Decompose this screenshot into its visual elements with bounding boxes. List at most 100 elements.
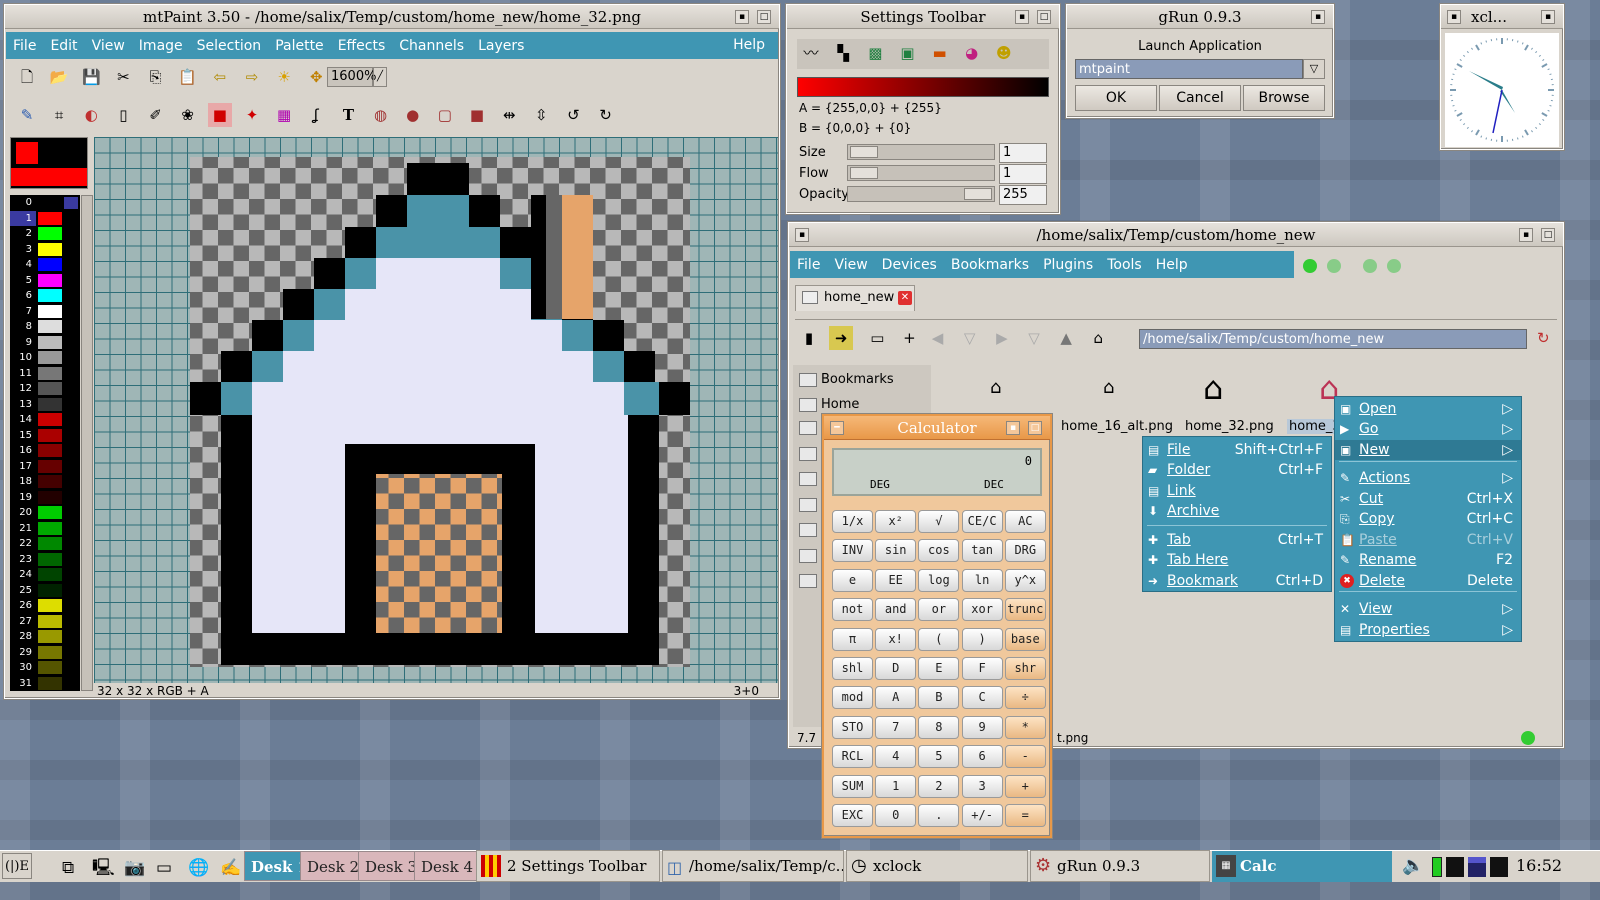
refresh-icon[interactable]: ↻: [1537, 329, 1550, 347]
calc-key[interactable]: 8: [918, 715, 960, 739]
color-a-swatch[interactable]: [16, 142, 38, 164]
pencil-icon[interactable]: ✎: [15, 103, 39, 127]
flip-h-icon[interactable]: ⇹: [497, 103, 521, 127]
palette-swatch[interactable]: [38, 583, 62, 597]
calc-key[interactable]: and: [875, 598, 917, 622]
calc-key[interactable]: 5: [918, 745, 960, 769]
calc-key[interactable]: (: [918, 627, 960, 651]
color-swatch-panel[interactable]: [10, 137, 88, 189]
palette-swatch[interactable]: [38, 258, 62, 271]
menu-view[interactable]: View: [827, 257, 874, 273]
flip-v-icon[interactable]: ⇳: [529, 103, 553, 127]
calc-key[interactable]: 7: [875, 715, 917, 739]
palette-swatch[interactable]: [38, 506, 62, 519]
color-b-swatch[interactable]: [11, 168, 87, 186]
calc-key[interactable]: STO: [832, 715, 873, 739]
maximize-icon[interactable]: □: [1037, 10, 1051, 24]
show-desktop-icon[interactable]: ⧉: [62, 853, 74, 883]
palette-swatch[interactable]: [38, 428, 62, 442]
calc-key[interactable]: DRG: [1004, 539, 1046, 563]
copy-icon[interactable]: ⎘: [144, 65, 168, 89]
file-manager-icon[interactable]: ▭: [156, 853, 172, 883]
cut-icon[interactable]: ✂: [111, 65, 135, 89]
select-rect-icon[interactable]: ■: [207, 103, 232, 127]
palette-swatch[interactable]: [38, 273, 62, 287]
palette-swatch[interactable]: [38, 335, 62, 349]
new-item-bookmark[interactable]: ➜ Bookmark Ctrl+D: [1143, 571, 1331, 591]
redo-icon[interactable]: ⇨: [240, 65, 264, 89]
palette-swatch[interactable]: [38, 521, 62, 535]
menu-effects[interactable]: Effects: [331, 38, 393, 54]
task-file-manager[interactable]: ◫ /home/salix/Temp/c...: [662, 850, 844, 882]
calc-key[interactable]: RCL: [832, 745, 873, 769]
forward-history-icon[interactable]: ▽: [1022, 326, 1046, 350]
calc-key[interactable]: cos: [918, 539, 960, 563]
rotate-right-icon[interactable]: ↻: [594, 103, 618, 127]
calc-key[interactable]: 1/x: [832, 510, 873, 533]
calc-key[interactable]: 6: [961, 745, 1003, 769]
calc-key[interactable]: 1: [875, 774, 917, 798]
palette-swatch[interactable]: [38, 490, 62, 504]
palette-swatch[interactable]: [38, 614, 62, 628]
menu-edit[interactable]: Edit: [43, 38, 84, 54]
flow-slider[interactable]: [847, 165, 995, 181]
task-grun[interactable]: ⚙ gRun 0.9.3: [1030, 850, 1210, 882]
calc-key[interactable]: shr: [1004, 657, 1046, 680]
context-item-properties[interactable]: ▤ Properties ▷: [1335, 620, 1521, 640]
lasso-icon[interactable]: ʆ: [304, 103, 328, 127]
menu-help[interactable]: Help: [1149, 257, 1195, 273]
text-icon[interactable]: T: [336, 103, 360, 127]
menu-plugins[interactable]: Plugins: [1036, 257, 1100, 273]
minimize-icon[interactable]: ▪: [735, 10, 749, 24]
gradient-icon[interactable]: ▦: [272, 103, 296, 127]
calc-key[interactable]: 4: [875, 745, 917, 769]
palette-swatch[interactable]: [38, 459, 62, 473]
task-settings-toolbar[interactable]: 2 Settings Toolbar: [476, 850, 660, 882]
mtpaint-titlebar[interactable]: mtPaint 3.50 - /home/salix/Temp/custom/h…: [5, 5, 779, 29]
calc-key[interactable]: y^x: [1004, 568, 1046, 592]
home-icon[interactable]: ⌂: [1086, 326, 1110, 350]
grun-titlebar[interactable]: gRun 0.9.3 ▪: [1067, 5, 1333, 29]
calc-key[interactable]: 3: [961, 774, 1003, 798]
tint-icon[interactable]: ▩: [863, 41, 887, 65]
drive-icon[interactable]: [799, 574, 817, 588]
calc-key[interactable]: sin: [875, 539, 917, 563]
maximize-icon[interactable]: □: [1028, 421, 1042, 435]
keyboard-icon[interactable]: [1468, 857, 1486, 877]
calc-key[interactable]: E: [918, 657, 960, 680]
calc-key[interactable]: e: [832, 568, 873, 592]
calc-key[interactable]: +/-: [961, 804, 1003, 827]
palette-swatch[interactable]: [38, 366, 62, 380]
palette-swatch[interactable]: [38, 475, 62, 488]
opacity-spinner[interactable]: 255: [999, 185, 1047, 205]
new-item-file[interactable]: ▤ File Shift+Ctrl+F: [1143, 440, 1331, 460]
palette-swatch[interactable]: [38, 413, 62, 426]
calc-key[interactable]: x²: [875, 510, 917, 533]
maximize-icon[interactable]: □: [1541, 228, 1555, 242]
palette-swatch[interactable]: [38, 630, 62, 643]
calc-key[interactable]: 0: [875, 804, 917, 827]
calc-key[interactable]: AC: [1004, 510, 1046, 533]
undo-icon[interactable]: ⇦: [208, 65, 232, 89]
calc-key[interactable]: CE/C: [961, 510, 1003, 533]
terminal-icon[interactable]: 🖳: [92, 853, 115, 883]
calc-key[interactable]: xor: [961, 598, 1003, 622]
calc-key[interactable]: .: [918, 804, 960, 827]
minimize-icon[interactable]: ▪: [1015, 10, 1029, 24]
maximize-icon[interactable]: □: [757, 10, 771, 24]
palette-swatch[interactable]: [38, 599, 62, 612]
calc-key[interactable]: base: [1004, 627, 1046, 651]
calc-key[interactable]: log: [918, 568, 960, 592]
minimize-icon[interactable]: ▪: [1519, 228, 1533, 242]
calc-key[interactable]: ln: [961, 568, 1003, 592]
new-item-link[interactable]: ▤ Link: [1143, 481, 1331, 501]
file-icon-home-16-alt[interactable]: ⌂: [1103, 377, 1114, 398]
palette-scrollbar[interactable]: [81, 195, 93, 691]
calc-key[interactable]: EXC: [832, 804, 873, 827]
menu-palette[interactable]: Palette: [268, 38, 331, 54]
zoom-dropdown-icon[interactable]: ╱: [373, 67, 387, 87]
menu-layers[interactable]: Layers: [471, 38, 531, 54]
open-folder-icon[interactable]: 📂: [47, 65, 71, 89]
sidebar-item-home[interactable]: Home: [793, 394, 931, 416]
menu-file[interactable]: File: [6, 38, 43, 54]
